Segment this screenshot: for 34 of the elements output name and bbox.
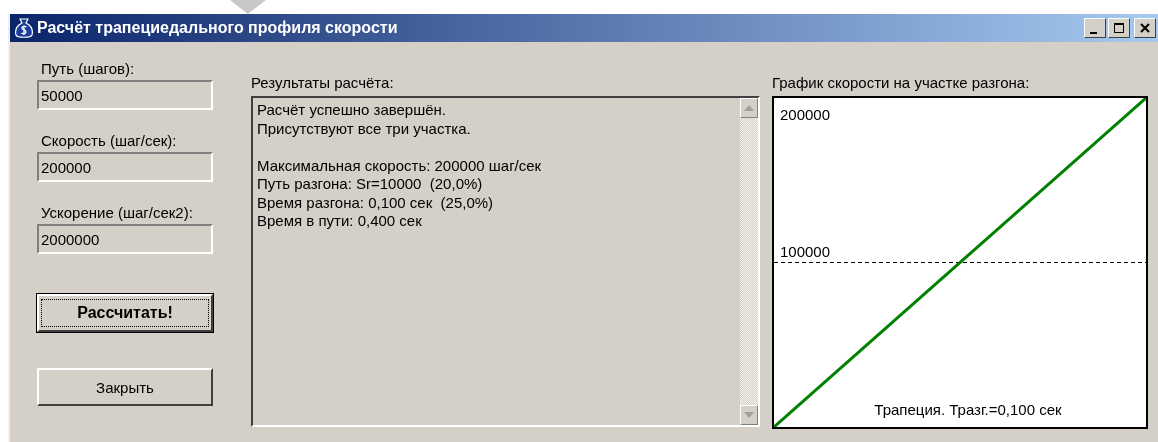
caret-down-icon: [744, 412, 754, 418]
close-dialog-button[interactable]: Закрыть: [37, 368, 213, 406]
result-line: Время разгона: 0,100 сек (25,0%): [257, 193, 494, 212]
maximize-icon: [1113, 23, 1125, 33]
maximize-button[interactable]: [1108, 18, 1130, 38]
field-label: Скорость (шаг/сек):: [41, 132, 178, 150]
scroll-up-button[interactable]: [740, 98, 758, 118]
minimize-button[interactable]: [1084, 18, 1106, 38]
chart-title: График скорости на участке разгона:: [772, 74, 1031, 92]
scrollbar[interactable]: [740, 98, 758, 425]
close-icon: [1139, 23, 1151, 33]
scroll-down-button[interactable]: [740, 405, 758, 425]
input-field[interactable]: 2000000: [37, 224, 213, 254]
result-line: Максимальная скорость: 200000 шаг/сек: [257, 156, 542, 175]
result-line: Расчёт успешно завершён.: [257, 101, 447, 120]
input-field[interactable]: 50000: [37, 80, 213, 110]
graph-label: 200000: [780, 106, 831, 123]
window-title: Расчёт трапециедального профиля скорости: [37, 19, 399, 37]
graph-label: 100000: [780, 242, 831, 260]
field-label: Путь (шагов):: [41, 60, 136, 78]
calculate-button[interactable]: Рассчитать!: [37, 294, 213, 332]
pointer-icon: [230, 0, 266, 14]
money-bag-icon: [14, 17, 34, 39]
input-field[interactable]: 200000: [37, 152, 213, 182]
result-line: Время в пути: 0,400 сек: [257, 212, 422, 231]
results-text-area[interactable]: Расчёт успешно завершён. Присутствуют все три участка. Максимальная скорость: 200000 шаг/сек Путь разгона: Sr=10000 (20,0%) Время разгона: 0,100 сек (25,0%) Время в пути: 0,400 сек: [251, 96, 760, 427]
result-line: Путь разгона: Sr=10000 (20,0%): [257, 175, 483, 194]
minimize-icon: [1090, 31, 1097, 34]
field-label: Ускорение (шаг/сек2):: [41, 204, 194, 222]
close-button[interactable]: [1134, 18, 1156, 38]
results-label: Результаты расчёта:: [251, 74, 395, 92]
result-line: Присутствуют все три участка.: [257, 119, 471, 138]
graph-caption: Трапеция. Тразг.=0,100 сек: [874, 401, 1062, 418]
caret-up-icon: [744, 105, 754, 111]
